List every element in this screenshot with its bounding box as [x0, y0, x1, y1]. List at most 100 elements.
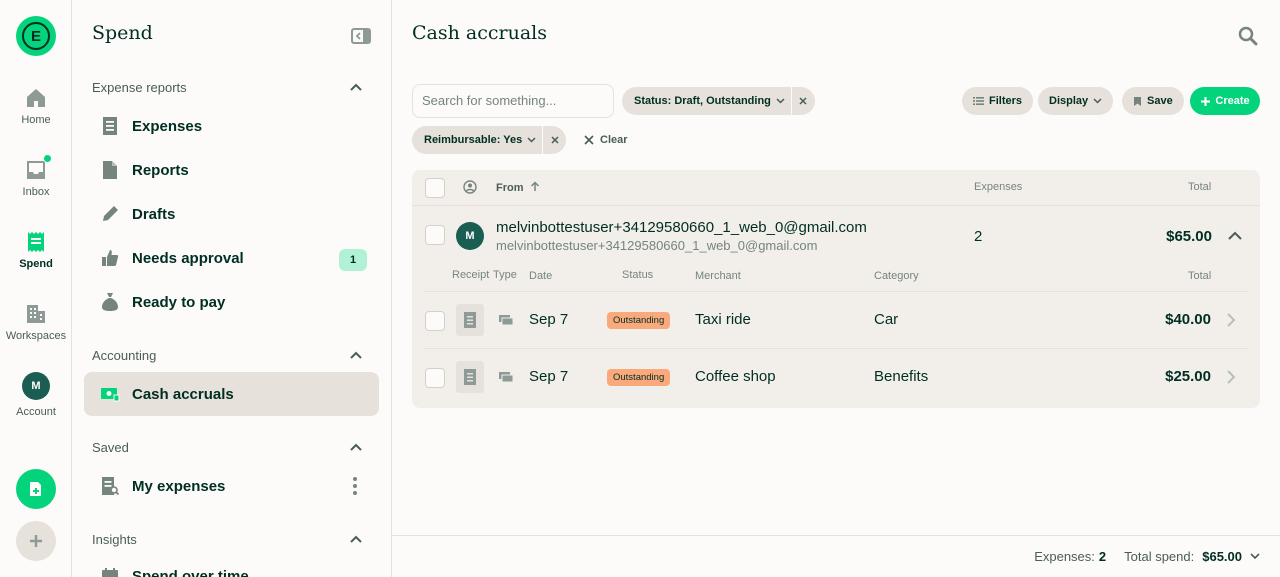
expense-category: Benefits [874, 368, 929, 385]
page-title: Cash accruals [412, 22, 547, 44]
column-total[interactable]: Total [1188, 270, 1211, 282]
column-merchant[interactable]: Merchant [695, 270, 741, 282]
sidebar-item-label: Cash accruals [132, 385, 234, 403]
sidebar-item-cash-accruals[interactable]: Cash accruals [84, 372, 379, 416]
status-badge: Outstanding [607, 369, 671, 386]
building-icon [24, 302, 48, 326]
save-button-label: Save [1147, 95, 1173, 107]
sidebar-item-spend-over-time[interactable]: Spend over time [84, 554, 379, 577]
expense-date: Sep 7 [529, 368, 569, 385]
rail-account-label: Account [16, 406, 56, 418]
cash-type-icon [499, 372, 514, 383]
rail-workspaces[interactable]: Workspaces [0, 302, 72, 342]
expensify-logo[interactable]: E [16, 16, 56, 56]
sidebar-item-drafts[interactable]: Drafts [84, 192, 379, 236]
section-header-insights[interactable]: Insights [72, 530, 391, 550]
receipt-icon [464, 369, 476, 385]
expenses-table: From Expenses Total M melvinbottestuser+… [412, 170, 1260, 408]
filters-button-label: Filters [989, 95, 1023, 107]
cash-type-icon [499, 315, 514, 326]
create-button-label: Create [1215, 95, 1250, 107]
sidebar-item-my-expenses[interactable]: My expenses [84, 464, 379, 508]
chevron-up-icon [350, 83, 362, 91]
bookmark-icon [1134, 96, 1141, 106]
logo-letter: E [22, 22, 50, 50]
section-heading: Expense reports [92, 80, 187, 95]
table-row[interactable]: Sep 7 Outstanding Coffee shop Benefits $… [424, 348, 1248, 405]
column-category[interactable]: Category [874, 270, 919, 282]
row-checkbox[interactable] [425, 311, 445, 331]
quick-create-button[interactable] [16, 469, 56, 509]
cash-icon [100, 384, 120, 404]
status-badge: Outstanding [607, 312, 671, 329]
sidebar-item-ready-to-pay[interactable]: Ready to pay [84, 280, 379, 324]
expense-amount: $25.00 [1165, 368, 1211, 385]
section-header-saved[interactable]: Saved [72, 438, 391, 458]
new-expense-icon [30, 482, 41, 496]
collapse-sidebar-button[interactable] [351, 28, 371, 44]
report-group-row[interactable]: M melvinbottestuser+34129580660_1_web_0@… [412, 207, 1260, 263]
section-header-expense-reports[interactable]: Expense reports [72, 78, 391, 98]
expense-merchant: Coffee shop [695, 368, 776, 385]
expense-amount: $40.00 [1165, 311, 1211, 328]
column-from[interactable]: From [496, 181, 540, 194]
column-expenses[interactable]: Expenses [974, 181, 1022, 193]
add-button[interactable] [16, 521, 56, 561]
rail-home[interactable]: Home [0, 86, 72, 126]
row-checkbox[interactable] [425, 368, 445, 388]
column-status[interactable]: Status [622, 269, 653, 281]
money-bag-icon [100, 292, 120, 312]
receipt-thumbnail[interactable] [456, 304, 484, 336]
group-from-email: melvinbottestuser+34129580660_1_web_0@gm… [496, 219, 867, 236]
remove-reimbursable-filter-button[interactable] [542, 126, 566, 154]
chevron-up-icon[interactable] [1228, 231, 1242, 240]
table-row[interactable]: Sep 7 Outstanding Taxi ride Car $40.00 [424, 291, 1248, 348]
clear-filters-button[interactable]: Clear [584, 126, 628, 154]
display-button[interactable]: Display [1038, 87, 1114, 115]
inbox-unread-dot [43, 154, 52, 163]
document-icon [100, 160, 120, 180]
search-input[interactable]: Search for something... [412, 84, 614, 118]
column-date[interactable]: Date [529, 270, 552, 282]
reimbursable-filter-label: Reimbursable: Yes [424, 134, 523, 146]
remove-status-filter-button[interactable] [790, 87, 815, 115]
group-from-subtext: melvinbottestuser+34129580660_1_web_0@gm… [496, 238, 818, 253]
create-button[interactable]: Create [1190, 87, 1260, 115]
sidebar-item-needs-approval[interactable]: Needs approval 1 [84, 236, 379, 280]
thumbs-up-icon [100, 248, 120, 268]
receipt-thumbnail[interactable] [456, 361, 484, 393]
group-checkbox[interactable] [425, 225, 445, 245]
filters-button[interactable]: Filters [962, 87, 1034, 115]
receipt-icon [100, 116, 120, 136]
plus-icon [1201, 96, 1211, 106]
chevron-right-icon[interactable] [1226, 369, 1236, 385]
section-expense-reports: Expense reports [72, 78, 391, 98]
column-total[interactable]: Total [1188, 181, 1211, 193]
section-header-accounting[interactable]: Accounting [72, 346, 391, 366]
clear-filters-label: Clear [600, 134, 628, 146]
sidebar-item-expenses[interactable]: Expenses [84, 104, 379, 148]
chevron-right-icon[interactable] [1226, 312, 1236, 328]
sidebar-item-reports[interactable]: Reports [84, 148, 379, 192]
account-avatar: M [22, 372, 50, 400]
search-icon [1238, 26, 1258, 46]
expense-merchant: Taxi ride [695, 311, 751, 328]
select-all-checkbox[interactable] [425, 178, 445, 198]
rail-inbox[interactable]: Inbox [0, 154, 72, 198]
summary-footer[interactable]: Expenses: 2 Total spend: $65.00 [392, 535, 1280, 577]
rail-spend[interactable]: Spend [0, 230, 72, 270]
chevron-down-icon[interactable] [1250, 553, 1260, 560]
section-insights: Insights [72, 530, 391, 550]
status-filter-chip[interactable]: Status: Draft, Outstanding [622, 87, 815, 115]
more-options-icon[interactable] [353, 476, 357, 496]
sidebar-item-label: Spend over time [132, 567, 249, 577]
receipt-search-icon [100, 476, 120, 496]
group-expense-count: 2 [974, 228, 983, 245]
rail-account[interactable]: M Account [0, 372, 72, 418]
search-button[interactable] [1238, 26, 1258, 46]
column-from-label: From [496, 182, 524, 194]
reimbursable-filter-chip[interactable]: Reimbursable: Yes [412, 126, 567, 154]
save-search-button[interactable]: Save [1122, 87, 1184, 115]
chevron-down-icon [1093, 98, 1102, 104]
section-saved: Saved [72, 438, 391, 458]
